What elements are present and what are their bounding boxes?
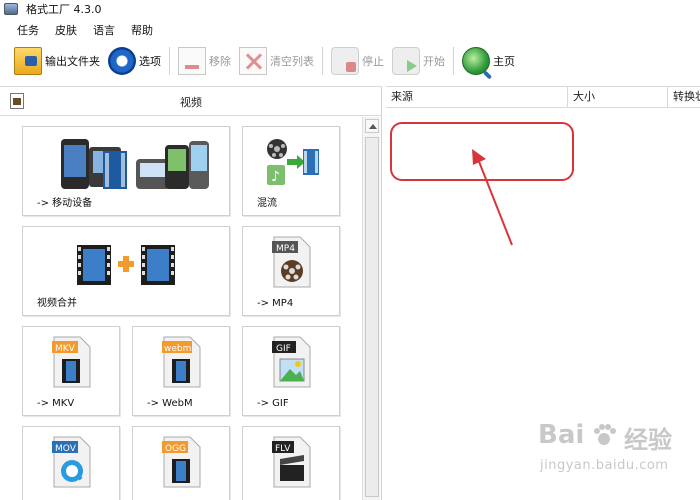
title-bar: 格式工厂 4.3.0 <box>0 0 700 18</box>
output-folder-label: 输出文件夹 <box>45 55 100 68</box>
gif-badge: GIF <box>276 344 291 354</box>
tile-ogg[interactable]: OGG <box>132 426 230 500</box>
tiles-scrollbar[interactable] <box>362 117 380 500</box>
webm-file-icon: webm <box>162 336 201 388</box>
watermark-url: jingyan.baidu.com <box>540 458 669 473</box>
tile-mov[interactable]: MOV <box>22 426 120 500</box>
options-icon <box>108 47 136 75</box>
gif-file-icon: GIF <box>272 336 311 388</box>
mp4-file-icon: MP4 <box>272 236 311 288</box>
menu-help[interactable]: 帮助 <box>123 22 161 38</box>
start-label: 开始 <box>423 55 445 68</box>
toolbar-separator <box>169 47 170 75</box>
tile-mux[interactable]: ♪ 混流 <box>242 126 340 216</box>
tile-mobile-device[interactable]: -> 移动设备 <box>22 126 230 216</box>
paw-icon <box>594 424 616 445</box>
mov-file-icon: MOV <box>52 436 91 488</box>
flv-badge: FLV <box>275 444 291 454</box>
folder-icon <box>14 47 42 75</box>
scroll-thumb[interactable] <box>365 137 379 497</box>
tile-webm[interactable]: webm -> WebM <box>132 326 230 416</box>
task-list-header: 来源 大小 转换状态 <box>386 86 700 108</box>
menu-bar: 任务 皮肤 语言 帮助 <box>0 20 700 40</box>
column-size[interactable]: 大小 <box>568 87 668 107</box>
category-panel: 视频 -> 移动设备 ♪ 混流 视频合并 MP4 -> MP4 MKV -> M… <box>0 86 382 500</box>
options-label: 选项 <box>139 55 161 68</box>
webm-badge: webm <box>164 344 191 354</box>
tile-mux-label: 混流 <box>257 198 277 209</box>
options-button[interactable]: 选项 <box>104 44 165 78</box>
tile-video-join-label: 视频合并 <box>37 298 77 309</box>
flv-file-icon: FLV <box>272 436 311 488</box>
toolbar-separator <box>453 47 454 75</box>
app-icon <box>4 3 18 15</box>
column-source[interactable]: 来源 <box>386 87 568 107</box>
stop-button[interactable]: 停止 <box>327 44 388 78</box>
ogg-file-icon: OGG <box>162 436 201 488</box>
mov-badge: MOV <box>55 444 77 454</box>
clear-list-label: 清空列表 <box>270 55 314 68</box>
toolbar: 输出文件夹 选项 移除 清空列表 停止 开始 主页 <box>0 42 700 80</box>
video-join-icon <box>77 245 175 285</box>
menu-skin[interactable]: 皮肤 <box>47 22 85 38</box>
home-button[interactable]: 主页 <box>458 44 519 78</box>
toolbar-separator <box>322 47 323 75</box>
tile-mp4[interactable]: MP4 -> MP4 <box>242 226 340 316</box>
stop-icon <box>331 47 359 75</box>
video-format-tiles: -> 移动设备 ♪ 混流 视频合并 MP4 -> MP4 MKV -> MKV … <box>0 117 362 500</box>
tile-mobile-device-label: -> 移动设备 <box>37 198 93 209</box>
tile-mp4-label: -> MP4 <box>257 298 294 309</box>
watermark-logo-text: Bai <box>538 420 585 450</box>
start-icon <box>392 47 420 75</box>
mkv-file-icon: MKV <box>52 336 91 388</box>
mp4-badge: MP4 <box>276 244 295 254</box>
menu-language[interactable]: 语言 <box>85 22 123 38</box>
svg-text:♪: ♪ <box>271 169 280 185</box>
mux-icon: ♪ <box>267 139 319 185</box>
watermark-jingyan: 经验 <box>624 426 672 454</box>
tile-gif-label: -> GIF <box>257 398 289 409</box>
column-status[interactable]: 转换状态 <box>668 87 700 107</box>
remove-label: 移除 <box>209 55 231 68</box>
mkv-badge: MKV <box>55 344 76 354</box>
tile-gif[interactable]: GIF -> GIF <box>242 326 340 416</box>
remove-button[interactable]: 移除 <box>174 44 235 78</box>
tile-flv[interactable]: FLV <box>242 426 340 500</box>
output-folder-button[interactable]: 输出文件夹 <box>10 44 104 78</box>
scroll-up-button[interactable] <box>365 119 379 133</box>
ogg-badge: OGG <box>165 444 186 454</box>
baidu-jingyan-watermark: Bai 经验 jingyan.baidu.com <box>538 420 698 492</box>
tile-video-join[interactable]: 视频合并 <box>22 226 230 316</box>
stop-label: 停止 <box>362 55 384 68</box>
remove-file-icon <box>178 47 206 75</box>
annotation-arrow <box>472 149 513 246</box>
clear-list-icon <box>239 47 267 75</box>
home-globe-icon <box>462 47 490 75</box>
tile-mkv[interactable]: MKV -> MKV <box>22 326 120 416</box>
video-category-header[interactable]: 视频 <box>0 86 382 116</box>
start-button[interactable]: 开始 <box>388 44 449 78</box>
mobile-devices-icon <box>61 139 209 189</box>
clear-list-button[interactable]: 清空列表 <box>235 44 318 78</box>
window-title: 格式工厂 4.3.0 <box>26 3 102 16</box>
menu-task[interactable]: 任务 <box>0 22 47 38</box>
tile-webm-label: -> WebM <box>147 398 193 409</box>
home-label: 主页 <box>493 55 515 68</box>
tile-mkv-label: -> MKV <box>37 398 75 409</box>
video-category-label: 视频 <box>180 96 202 109</box>
